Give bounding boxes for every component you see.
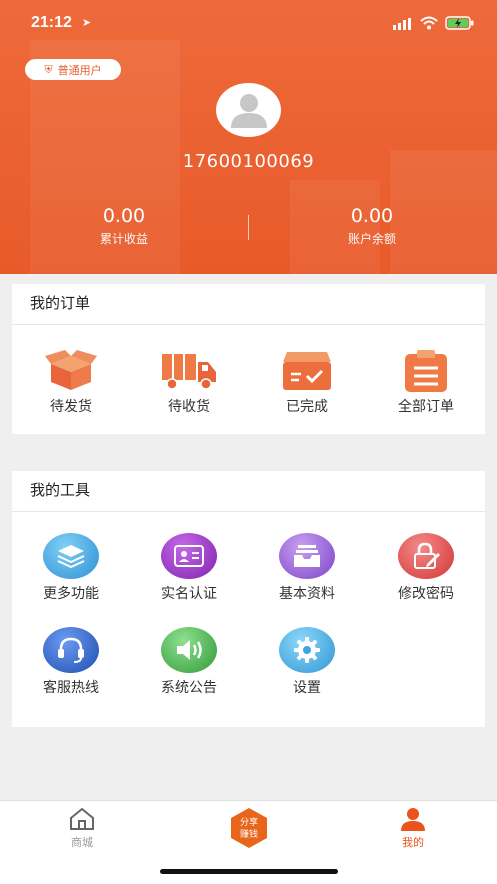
user-level-badge: ⛨ 普通用户 [25, 59, 121, 80]
stats-divider [248, 215, 249, 240]
home-icon [70, 807, 94, 830]
tool-more-features[interactable]: 更多功能 [12, 533, 130, 603]
person-icon [401, 808, 425, 831]
id-card-icon [161, 533, 217, 579]
status-bar: 21:12 ➤ [0, 12, 497, 38]
share-earn-button[interactable]: 分享 赚钱 [227, 806, 271, 850]
tool-label: 修改密码 [398, 586, 454, 602]
headset-icon [43, 627, 99, 673]
orders-card: 我的订单 待发货 待收货 已完成 全部订单 [12, 284, 485, 434]
tool-customer-hotline[interactable]: 客服热线 [12, 627, 130, 697]
tab-mine[interactable]: 我的 [373, 807, 453, 850]
order-label: 已完成 [286, 399, 328, 415]
wifi-icon [420, 16, 438, 30]
tool-label: 基本资料 [279, 586, 335, 602]
order-label: 待发货 [50, 399, 92, 415]
clipboard-icon [405, 350, 447, 392]
order-completed[interactable]: 已完成 [248, 350, 366, 416]
lock-edit-icon [398, 533, 454, 579]
tools-title: 我的工具 [12, 471, 485, 512]
box-icon [45, 350, 97, 390]
user-phone: 17600100069 [182, 151, 315, 172]
tool-change-password[interactable]: 修改密码 [367, 533, 485, 603]
earnings-value: 0.00 [102, 205, 146, 227]
tool-system-notice[interactable]: 系统公告 [130, 627, 248, 697]
profile-header: 21:12 ➤ ⛨ 普通用户 17600100069 0.00 累计收益 0.0… [0, 0, 497, 274]
order-all[interactable]: 全部订单 [367, 350, 485, 416]
tool-basic-info[interactable]: 基本资料 [248, 533, 366, 603]
earnings-label: 累计收益 [99, 232, 148, 246]
balance-stat[interactable]: 0.00 账户余额 [297, 205, 447, 247]
home-indicator [160, 869, 338, 874]
medal-icon: ⛨ [44, 62, 53, 76]
tool-label: 更多功能 [43, 586, 99, 602]
tools-card: 我的工具 更多功能 实名认证 基本资料 修改密码 客服热线 系统公告 设置 [12, 471, 485, 727]
avatar[interactable] [216, 83, 281, 137]
gear-icon [279, 627, 335, 673]
status-time: 21:12 [31, 14, 72, 31]
order-label: 全部订单 [398, 399, 454, 415]
tab-mall[interactable]: 商城 [42, 807, 122, 850]
tool-label: 设置 [293, 680, 321, 696]
order-pending-shipment[interactable]: 待发货 [12, 350, 130, 416]
user-placeholder-icon [230, 94, 267, 128]
battery-charging-icon [445, 16, 474, 30]
tool-real-name-auth[interactable]: 实名认证 [130, 533, 248, 603]
balance-value: 0.00 [350, 205, 394, 227]
archive-icon [279, 533, 335, 579]
truck-icon [162, 354, 216, 390]
tool-label: 实名认证 [161, 586, 217, 602]
tab-mine-label: 我的 [402, 836, 424, 849]
tab-mall-label: 商城 [71, 836, 93, 849]
tool-settings[interactable]: 设置 [248, 627, 366, 697]
speaker-icon [161, 627, 217, 673]
tool-label: 客服热线 [43, 680, 99, 696]
tray-check-icon [283, 352, 331, 390]
user-level-label: 普通用户 [57, 63, 102, 77]
location-arrow-icon: ➤ [82, 16, 92, 29]
signal-icon [393, 18, 411, 30]
balance-label: 账户余额 [347, 232, 396, 246]
tool-label: 系统公告 [161, 680, 217, 696]
order-pending-receipt[interactable]: 待收货 [130, 350, 248, 416]
earnings-stat[interactable]: 0.00 累计收益 [49, 205, 199, 247]
layers-icon [43, 533, 99, 579]
orders-title: 我的订单 [12, 284, 485, 325]
order-label: 待收货 [168, 399, 210, 415]
share-earn-line2: 赚钱 [239, 830, 258, 840]
